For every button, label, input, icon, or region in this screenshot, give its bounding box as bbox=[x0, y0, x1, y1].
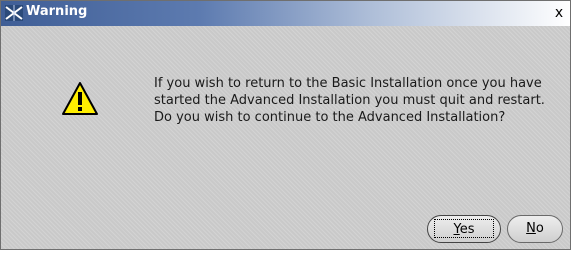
no-button[interactable]: No bbox=[507, 215, 563, 243]
yes-button[interactable]: Yes bbox=[427, 215, 501, 243]
warning-icon bbox=[61, 81, 99, 117]
no-mnemonic: N bbox=[526, 221, 536, 236]
dialog-message: If you wish to return to the Basic Insta… bbox=[154, 76, 545, 125]
window-title: Warning bbox=[26, 4, 88, 19]
close-button[interactable]: x bbox=[551, 5, 567, 21]
yes-label-rest: es bbox=[459, 222, 475, 237]
app-logo-icon bbox=[5, 5, 23, 21]
warning-dialog: Warning x If you wish to return to the B… bbox=[0, 0, 571, 250]
no-label-rest: o bbox=[535, 221, 544, 236]
focus-ring: Yes bbox=[434, 219, 494, 238]
title-bar[interactable]: Warning x bbox=[1, 1, 570, 26]
